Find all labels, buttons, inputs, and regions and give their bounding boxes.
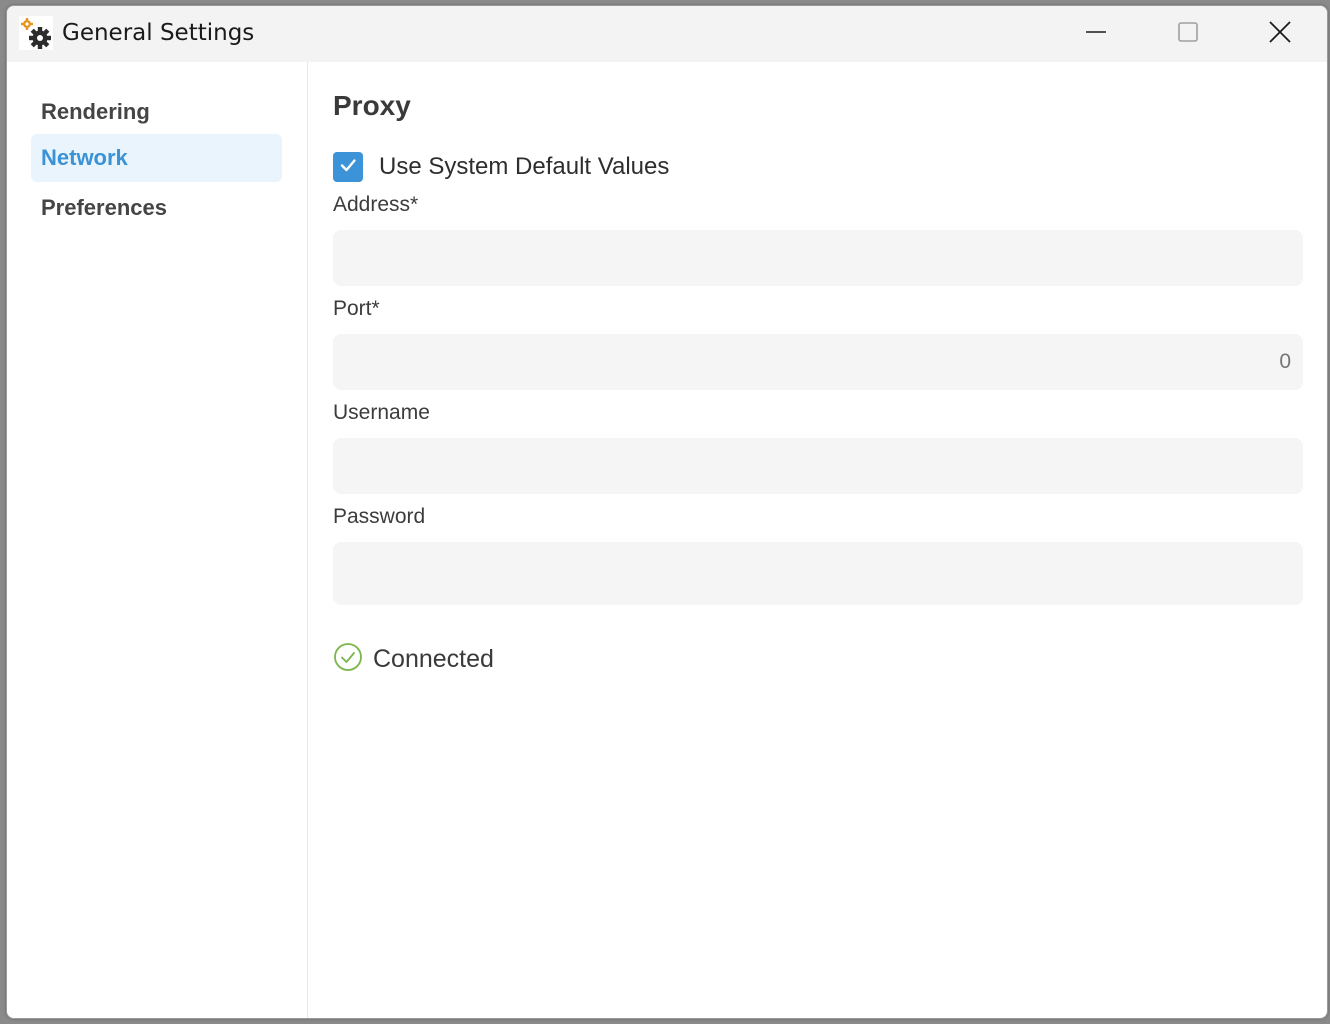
- port-input[interactable]: [333, 334, 1303, 390]
- settings-content: Proxy Use System Default Values Address*…: [308, 62, 1327, 1018]
- connection-status: Connected: [333, 642, 494, 677]
- use-system-default-label: Use System Default Values: [379, 153, 670, 180]
- sidebar-item-label: Network: [41, 145, 128, 170]
- username-label: Username: [333, 401, 430, 424]
- window-title: General Settings: [62, 20, 255, 46]
- minimize-button[interactable]: [1050, 6, 1142, 62]
- checkmark-icon: [338, 155, 358, 180]
- gear-settings-icon: [19, 16, 53, 50]
- sidebar-item-preferences[interactable]: Preferences: [31, 184, 282, 232]
- check-circle-icon: [333, 642, 363, 677]
- use-system-default-row[interactable]: Use System Default Values: [333, 151, 669, 183]
- sidebar-item-label: Rendering: [41, 99, 150, 124]
- maximize-button[interactable]: [1142, 6, 1234, 62]
- minimize-icon: [1085, 21, 1107, 48]
- use-system-default-checkbox[interactable]: [333, 152, 363, 182]
- title-bar[interactable]: General Settings: [7, 6, 1327, 62]
- sidebar-item-network[interactable]: Network: [31, 134, 282, 182]
- password-label: Password: [333, 505, 426, 528]
- sidebar-item-rendering[interactable]: Rendering: [31, 88, 282, 136]
- password-input[interactable]: [333, 542, 1303, 605]
- status-text: Connected: [373, 644, 494, 673]
- close-icon: [1268, 20, 1292, 49]
- sidebar-item-label: Preferences: [41, 195, 167, 220]
- address-label: Address*: [333, 193, 419, 216]
- maximize-icon: [1177, 21, 1199, 48]
- settings-window: General Settings Rendering Network Prefe…: [6, 5, 1328, 1019]
- section-title: Proxy: [333, 90, 411, 121]
- settings-sidebar: Rendering Network Preferences: [7, 62, 308, 1018]
- address-input[interactable]: [333, 230, 1303, 286]
- close-button[interactable]: [1234, 6, 1326, 62]
- port-label: Port*: [333, 297, 380, 320]
- username-input[interactable]: [333, 438, 1303, 494]
